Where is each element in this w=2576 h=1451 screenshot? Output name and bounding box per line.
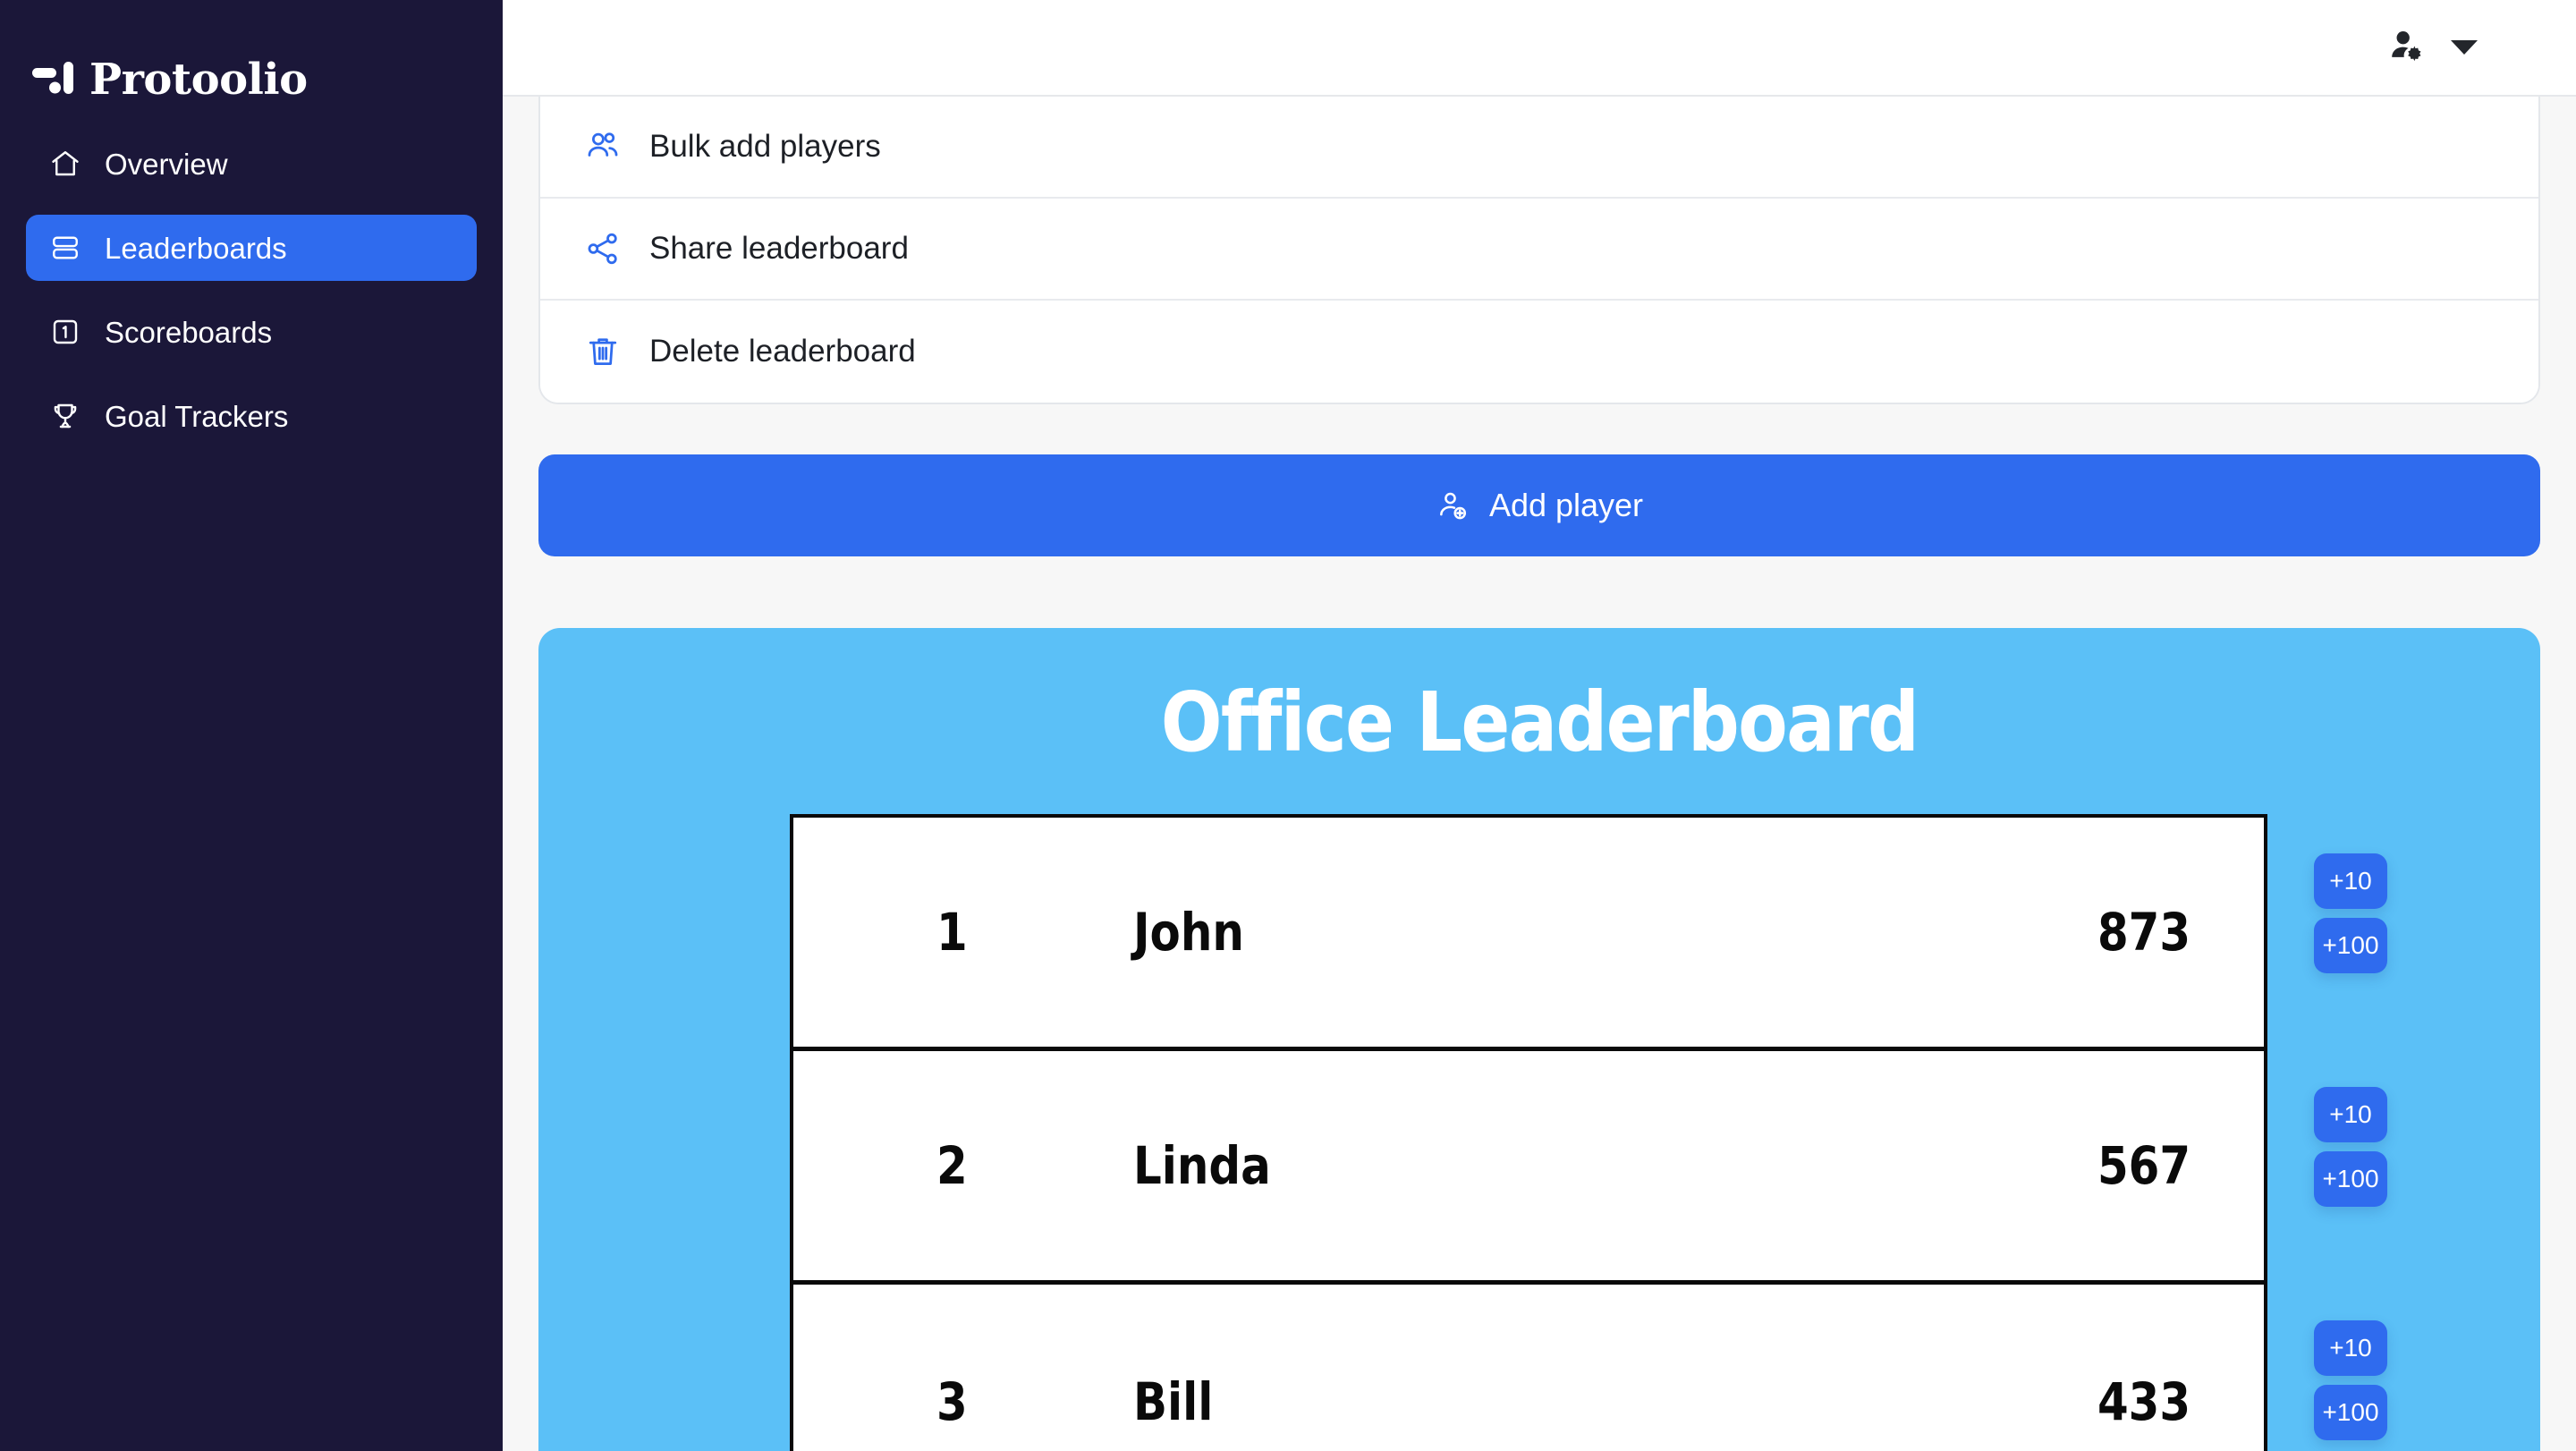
row-rank: 1 (936, 902, 968, 963)
sidebar-item-label: Leaderboards (105, 231, 287, 265)
main-content: Bulk add players Share leaderboard Delet… (503, 0, 2576, 1451)
share-icon (583, 229, 623, 268)
protoolio-logo-icon (32, 60, 73, 100)
trophy-icon (49, 400, 81, 432)
menu-item-label: Delete leaderboard (649, 334, 916, 369)
brand[interactable]: Protoolio (0, 0, 503, 107)
topbar (503, 0, 2576, 97)
sidebar-item-leaderboards[interactable]: Leaderboards (26, 215, 477, 281)
sidebar-item-scoreboards[interactable]: Scoreboards (26, 299, 477, 365)
add-10-button[interactable]: +10 (2314, 1087, 2387, 1142)
add-10-button[interactable]: +10 (2314, 1320, 2387, 1376)
row-score: 873 (2097, 902, 2190, 963)
brand-name: Protoolio (89, 55, 308, 105)
sidebar-item-label: Goal Trackers (105, 399, 289, 433)
table-row[interactable]: 1 John 873 (793, 818, 2264, 1051)
chevron-down-icon (2451, 40, 2478, 55)
table-row[interactable]: 3 Bill 433 (793, 1285, 2264, 1451)
user-settings-icon (2386, 26, 2426, 70)
menu-item-bulk-add-players[interactable]: Bulk add players (540, 97, 2538, 199)
menu-item-delete-leaderboard[interactable]: Delete leaderboard (540, 301, 2538, 403)
score-controls: +10 +100 +10 +100 +10 +100 (2314, 814, 2387, 1451)
score-controls-row: +10 +100 (2314, 1311, 2387, 1451)
row-score: 433 (2097, 1370, 2190, 1432)
app-root: Protoolio Overview Leaderboards Scoreboa… (0, 0, 2576, 1451)
sidebar-nav: Overview Leaderboards Scoreboards Goal T… (0, 131, 503, 449)
users-icon (583, 127, 623, 166)
row-name: Linda (1133, 1135, 1271, 1196)
table-row[interactable]: 2 Linda 567 (793, 1051, 2264, 1285)
leaderboard-body: 1 John 873 2 Linda 567 3 Bill 433 +10 +1… (538, 814, 2540, 1451)
leaderboard-actions-card: Bulk add players Share leaderboard Delet… (538, 97, 2540, 404)
row-rank: 3 (936, 1370, 968, 1432)
menu-item-share-leaderboard[interactable]: Share leaderboard (540, 199, 2538, 301)
add-player-button[interactable]: Add player (538, 454, 2540, 556)
sidebar-item-goal-trackers[interactable]: Goal Trackers (26, 383, 477, 449)
menu-item-label: Bulk add players (649, 129, 881, 164)
content-area: Bulk add players Share leaderboard Delet… (503, 97, 2576, 1451)
add-100-button[interactable]: +100 (2314, 1385, 2387, 1440)
leaderboard-table: 1 John 873 2 Linda 567 3 Bill 433 (790, 814, 2267, 1451)
scoreboard-icon (49, 316, 81, 348)
add-100-button[interactable]: +100 (2314, 1151, 2387, 1207)
row-score: 567 (2097, 1135, 2190, 1196)
leaderboard-icon (49, 232, 81, 264)
add-10-button[interactable]: +10 (2314, 853, 2387, 909)
user-plus-icon (1436, 488, 1470, 522)
score-controls-row: +10 +100 (2314, 844, 2387, 1078)
add-player-label: Add player (1488, 487, 1644, 523)
menu-item-label: Share leaderboard (649, 231, 909, 266)
add-100-button[interactable]: +100 (2314, 918, 2387, 973)
sidebar-item-label: Scoreboards (105, 315, 273, 349)
row-name: John (1133, 902, 1244, 963)
sidebar-item-overview[interactable]: Overview (26, 131, 477, 197)
home-icon (49, 148, 81, 180)
trash-icon (583, 332, 623, 371)
leaderboard-card: Office Leaderboard 1 John 873 2 Linda 56… (538, 628, 2540, 1451)
account-menu-button[interactable] (2386, 26, 2478, 70)
score-controls-row: +10 +100 (2314, 1078, 2387, 1311)
row-rank: 2 (936, 1135, 968, 1196)
sidebar: Protoolio Overview Leaderboards Scoreboa… (0, 0, 503, 1451)
sidebar-item-label: Overview (105, 147, 228, 181)
leaderboard-title: Office Leaderboard (1160, 675, 1919, 770)
row-name: Bill (1133, 1370, 1214, 1432)
